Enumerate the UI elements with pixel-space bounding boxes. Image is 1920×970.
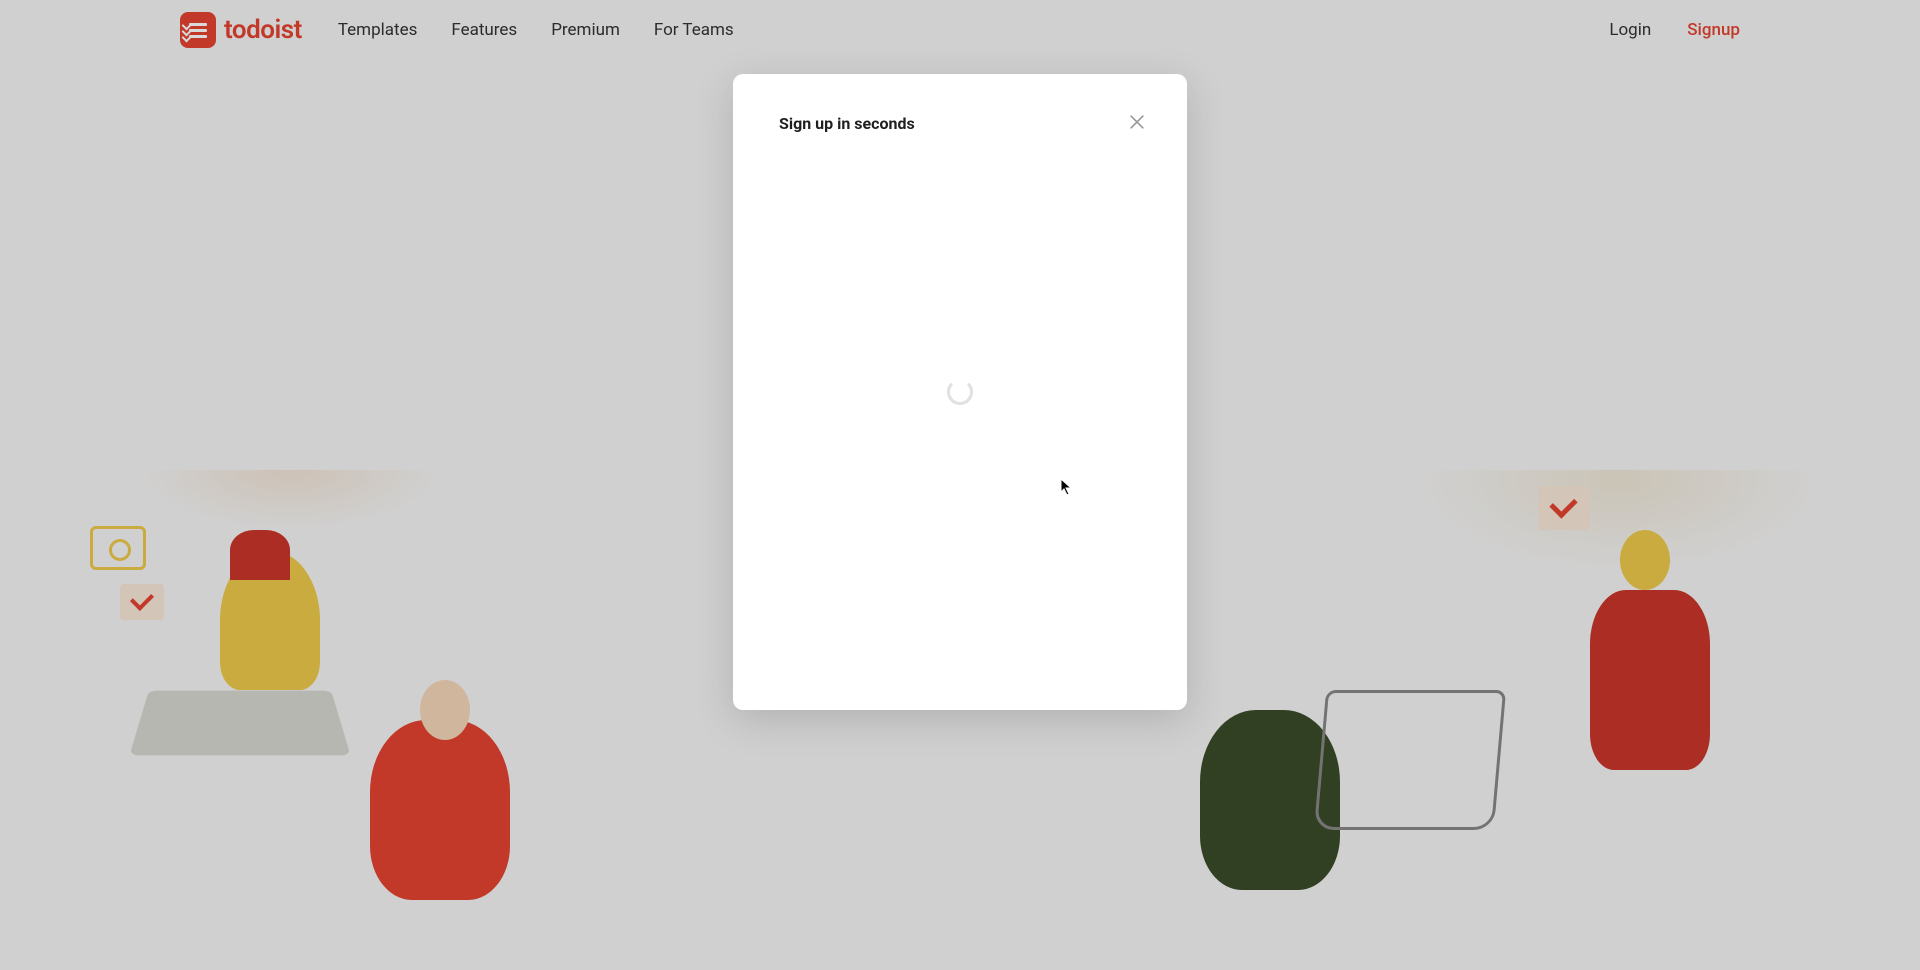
close-button[interactable] (1125, 110, 1149, 134)
close-icon (1127, 112, 1147, 132)
cursor-icon (1060, 478, 1074, 496)
loading-spinner-icon (947, 379, 973, 405)
signup-modal: Sign up in seconds (733, 74, 1187, 710)
modal-title: Sign up in seconds (779, 114, 1141, 133)
